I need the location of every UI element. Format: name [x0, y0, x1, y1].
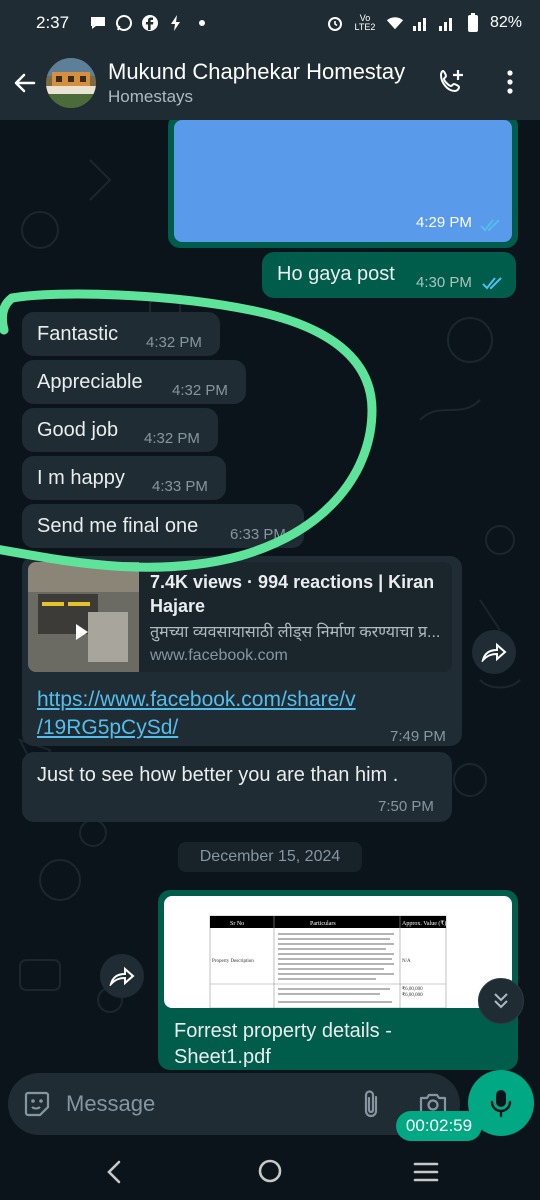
facebook-notification-icon — [141, 14, 159, 32]
message-time: 4:32 PM — [146, 334, 202, 351]
document-file-name-line1: Forrest property details - — [174, 1020, 392, 1042]
signal-icon-1 — [412, 14, 430, 32]
message-input[interactable] — [66, 1085, 336, 1123]
link-preview[interactable]: 7.4K views · 994 reactions | Kiran Hajar… — [28, 562, 452, 672]
alarm-icon — [326, 14, 344, 32]
scroll-to-bottom-button[interactable] — [478, 978, 524, 1024]
document-file-name: Forrest property details - Sheet1.pdf — [174, 1018, 504, 1070]
doc-header-particulars: Particulars — [310, 921, 336, 927]
message-text: Fantastic — [37, 323, 119, 345]
image-message[interactable]: 4:29 PM — [168, 120, 518, 248]
message-text: Appreciable — [37, 371, 143, 393]
message-time: 4:32 PM — [172, 382, 228, 399]
chat-notification-icon — [89, 14, 107, 32]
message-bubble-out[interactable]: Ho gaya post 4:30 PM — [262, 252, 516, 298]
document-file-name-line2: Sheet1.pdf — [174, 1046, 271, 1068]
link-url-line2[interactable]: /19RG5pCySd/ — [37, 714, 356, 742]
back-arrow-icon[interactable] — [4, 62, 46, 104]
sticker-icon[interactable] — [22, 1089, 52, 1119]
message-composer — [8, 1073, 460, 1135]
document-message[interactable]: Sr No Particulars Approx. Value (₹) Prop… — [158, 890, 518, 1070]
message-text: Good job — [37, 419, 119, 441]
message-time: 7:50 PM — [378, 798, 434, 815]
system-nav-bar — [0, 1142, 540, 1200]
message-bubble-in[interactable]: Appreciable 4:32 PM — [22, 360, 246, 404]
message-bubble-in[interactable]: Just to see how better you are than him … — [22, 752, 452, 822]
message-text: Ho gaya post — [277, 263, 395, 285]
status-time: 2:37 — [36, 13, 70, 32]
link-url-line1[interactable]: https://www.facebook.com/share/v — [37, 686, 356, 714]
battery-icon — [464, 13, 482, 32]
message-text: Just to see how better you are than him … — [37, 764, 399, 786]
double-check-icon — [482, 277, 502, 290]
status-bar: 2:37 Vo LTE2 82% — [0, 0, 540, 46]
chat-header: Mukund Chaphekar Homestay Homestays — [0, 46, 540, 120]
wifi-icon — [386, 14, 404, 32]
message-time: 4:33 PM — [152, 478, 208, 495]
more-vert-icon[interactable] — [490, 62, 530, 102]
contact-info[interactable]: Mukund Chaphekar Homestay Homestays — [108, 59, 405, 107]
message-bubble-in[interactable]: Fantastic 4:32 PM — [22, 312, 220, 356]
message-bubble-in[interactable]: I m happy 4:33 PM — [22, 456, 226, 500]
recording-timer: 00:02:59 — [396, 1111, 482, 1141]
message-text: Send me final one — [37, 515, 199, 537]
link-preview-thumbnail — [28, 562, 139, 672]
message-time: 6:33 PM — [230, 526, 286, 543]
message-time: 4:30 PM — [416, 274, 472, 291]
doc-row-label: Property Description — [212, 959, 254, 964]
contact-name: Mukund Chaphekar Homestay — [108, 58, 406, 84]
signal-icon-2 — [438, 14, 456, 32]
avatar[interactable] — [46, 58, 96, 108]
message-time: 4:32 PM — [144, 430, 200, 447]
doc-row-value: N/A — [402, 959, 411, 964]
message-text: I m happy — [37, 467, 125, 489]
document-preview[interactable]: Sr No Particulars Approx. Value (₹) Prop… — [164, 896, 512, 1008]
link-message-time: 7:49 PM — [390, 728, 446, 745]
link-preview-title: 7.4K views · 994 reactions | Kiran Hajar… — [150, 572, 435, 616]
doc-header-srno: Sr No — [230, 921, 244, 927]
attach-icon[interactable] — [358, 1089, 384, 1119]
mic-icon — [490, 1090, 512, 1118]
message-bubble-in[interactable]: Good job 4:32 PM — [22, 408, 218, 452]
whatsapp-notification-icon — [115, 14, 133, 32]
link-preview-domain: www.facebook.com — [150, 647, 288, 664]
doc-amount-1: ₹6,00,000 — [402, 986, 423, 992]
double-check-icon — [480, 219, 500, 232]
double-chevron-down-icon — [494, 993, 508, 1009]
forward-button[interactable] — [472, 630, 516, 674]
nav-home-icon[interactable] — [256, 1157, 284, 1185]
link-url[interactable]: https://www.facebook.com/share/v /19RG5p… — [37, 686, 356, 742]
message-bubble-in[interactable]: Send me final one 6:33 PM — [22, 504, 304, 548]
date-divider: December 15, 2024 — [178, 842, 362, 872]
contact-subtitle: Homestays — [108, 87, 194, 107]
dot-icon — [193, 14, 211, 32]
add-call-icon[interactable] — [432, 62, 472, 102]
message-time: 4:29 PM — [416, 214, 472, 231]
flash-icon — [167, 14, 185, 32]
battery-percent: 82% — [489, 14, 522, 31]
chat-area[interactable]: 4:29 PM Ho gaya post 4:30 PM Fantastic 4… — [0, 120, 540, 1070]
doc-header-value: Approx. Value (₹) — [402, 920, 446, 927]
nav-recents-icon[interactable] — [412, 1159, 440, 1185]
forward-button[interactable] — [100, 954, 144, 998]
nav-back-icon[interactable] — [100, 1158, 128, 1186]
volte-label: Vo LTE2 — [354, 13, 376, 32]
link-preview-description: तुमच्या व्यवसायासाठी लीड्स निर्माण करण्य… — [150, 624, 441, 641]
doc-amount-2: ₹6,00,000 — [402, 992, 423, 998]
